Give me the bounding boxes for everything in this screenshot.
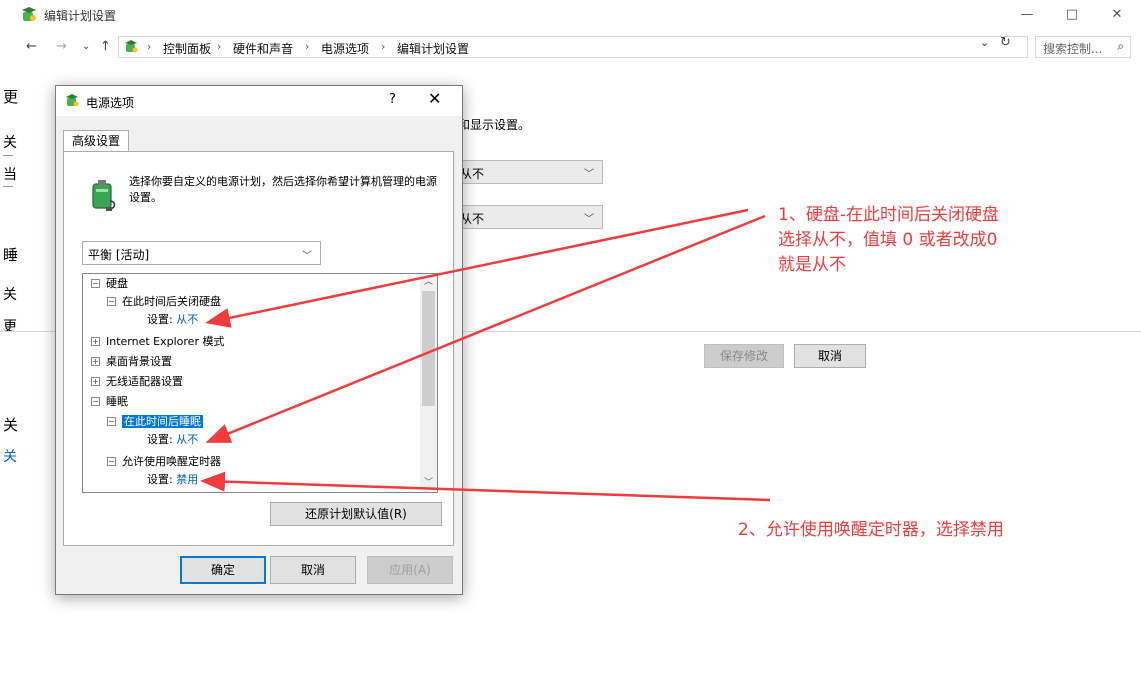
dialog-title: 电源选项 (86, 96, 135, 110)
scroll-thumb[interactable] (422, 291, 435, 406)
power-plan-value: 平衡 [活动] (88, 248, 150, 262)
breadcrumb-separator: › (147, 40, 152, 53)
expand-icon[interactable]: + (91, 376, 100, 386)
edge-divider (3, 186, 13, 187)
edge-fragment: 更 (3, 88, 19, 106)
edge-fragment: 关 (3, 416, 19, 434)
apply-button[interactable]: 应用(A) (367, 556, 453, 584)
control-panel-icon (125, 40, 138, 53)
save-changes-button[interactable]: 保存修改 (704, 344, 784, 368)
scroll-up-icon[interactable]: ︿ (420, 274, 437, 291)
tree-item-ie-mode[interactable]: + Internet Explorer 模式 (91, 332, 224, 352)
recent-locations-icon[interactable]: ⌄ (82, 38, 90, 56)
expand-icon[interactable]: + (91, 356, 100, 366)
collapse-icon[interactable]: − (91, 396, 100, 406)
background-left-edge: 更 关 当 睡 关 更 关 关 (0, 62, 18, 674)
setting-label: 设置: (147, 433, 173, 446)
edge-fragment: 睡 (3, 246, 19, 264)
ok-button[interactable]: 确定 (180, 556, 266, 584)
annotation-note-2: 2、允许使用唤醒定时器，选择禁用 (738, 520, 1004, 540)
select-value: 从不 (460, 212, 485, 226)
background-partial-text: 和显示设置。 (458, 118, 531, 132)
dialog-cancel-button[interactable]: 取消 (270, 556, 356, 584)
breadcrumb-control-panel[interactable]: 控制面板 (163, 40, 211, 57)
tree-setting-disk-off[interactable]: 设置: 从不 (147, 310, 198, 330)
edge-fragment: 更 (3, 319, 17, 335)
background-select-2[interactable]: 从不 ﹀ (455, 205, 603, 229)
settings-tree[interactable]: − 硬盘 − 在此时间后关闭硬盘 设置: 从不 + Internet Explorer… (82, 273, 438, 493)
breadcrumb-separator: › (381, 40, 386, 53)
refresh-icon[interactable]: ↻ (1000, 35, 1011, 50)
setting-label: 设置: (147, 313, 173, 326)
power-options-dialog: 电源选项 ? ✕ 高级设置 选择你要自定义的电源计划，然后选择你希望计算机管理的… (55, 85, 463, 595)
tree-setting-sleep-after[interactable]: 设置: 从不 (147, 430, 198, 450)
window-title: 编辑计划设置 (44, 9, 117, 23)
breadcrumb-separator: › (217, 40, 222, 53)
tree-item-sleep-after[interactable]: − 在此时间后睡眠 (107, 412, 203, 432)
breadcrumb-power-options[interactable]: 电源选项 (321, 40, 369, 57)
tree-item-wireless-adapter[interactable]: + 无线适配器设置 (91, 372, 183, 392)
edge-fragment: 当 (3, 167, 17, 183)
power-options-icon (22, 7, 36, 21)
help-button[interactable]: ? (389, 92, 396, 107)
address-dropdown-icon[interactable]: ⌄ (980, 36, 989, 49)
setting-value-link[interactable]: 从不 (176, 433, 198, 446)
edge-fragment: 关 (3, 135, 17, 151)
tab-advanced-settings[interactable]: 高级设置 (63, 130, 129, 152)
breadcrumb-separator: › (305, 40, 310, 53)
search-icon[interactable]: ⌕ (1117, 39, 1124, 54)
tree-item-sleep[interactable]: − 睡眠 (91, 392, 128, 412)
background-select-1[interactable]: 从不 ﹀ (455, 160, 603, 184)
dialog-titlebar: 电源选项 ? ✕ (56, 86, 462, 116)
collapse-icon[interactable]: − (91, 278, 100, 288)
breadcrumb-edit-plan[interactable]: 编辑计划设置 (397, 40, 469, 57)
tree-item-disk[interactable]: − 硬盘 (91, 274, 128, 294)
battery-plug-icon (92, 180, 116, 211)
background-cancel-button[interactable]: 取消 (794, 344, 866, 368)
collapse-icon[interactable]: − (107, 456, 116, 466)
edge-fragment: 关 (3, 287, 17, 303)
close-button[interactable]: ✕ (1097, 4, 1137, 26)
select-value: 从不 (460, 167, 485, 181)
chevron-down-icon: ﹀ (584, 169, 594, 180)
restore-defaults-button[interactable]: 还原计划默认值(R) (270, 502, 442, 526)
advanced-settings-panel: 选择你要自定义的电源计划，然后选择你希望计算机管理的电源设置。 平衡 [活动] … (63, 151, 454, 546)
minimize-button[interactable]: — (1007, 4, 1047, 26)
search-placeholder: 搜索控制... (1043, 42, 1103, 56)
setting-value-link[interactable]: 禁用 (176, 473, 198, 486)
chevron-down-icon: ﹀ (302, 251, 312, 262)
window-titlebar: 编辑计划设置 — □ ✕ (0, 0, 1141, 32)
edge-fragment: 关 (3, 449, 17, 465)
tree-item-wake-timers[interactable]: − 允许使用唤醒定时器 (107, 452, 221, 472)
search-input[interactable]: 搜索控制... ⌕ (1035, 36, 1131, 58)
tree-setting-wake-timers[interactable]: 设置: 禁用 (147, 470, 198, 490)
maximize-button[interactable]: □ (1052, 4, 1092, 26)
tree-item-desktop-background[interactable]: + 桌面背景设置 (91, 352, 172, 372)
collapse-icon[interactable]: − (107, 296, 116, 306)
dialog-close-button[interactable]: ✕ (428, 89, 441, 108)
edge-divider (3, 155, 13, 156)
collapse-icon[interactable]: − (107, 416, 116, 426)
annotation-note-1: 1、硬盘-在此时间后关闭硬盘 选择从不，值填 0 或者改成0 就是从不 (778, 205, 999, 275)
back-icon[interactable]: ← (26, 38, 37, 56)
forward-icon[interactable]: → (56, 38, 67, 56)
address-row: ← → ⌄ ↑ › 控制面板 › 硬件和声音 › 电源选项 › 编辑计划设置 ⌄… (0, 32, 1141, 62)
up-icon[interactable]: ↑ (100, 38, 111, 56)
dialog-description: 选择你要自定义的电源计划，然后选择你希望计算机管理的电源设置。 (129, 175, 437, 204)
power-options-icon (66, 94, 79, 107)
tree-scrollbar[interactable]: ︿ ﹀ (420, 274, 437, 492)
scroll-down-icon[interactable]: ﹀ (420, 475, 437, 492)
chevron-down-icon: ﹀ (584, 214, 594, 225)
setting-value-link[interactable]: 从不 (176, 313, 198, 326)
setting-label: 设置: (147, 473, 173, 486)
breadcrumb-hardware-sound[interactable]: 硬件和声音 (233, 40, 293, 57)
tree-item-disk-off[interactable]: − 在此时间后关闭硬盘 (107, 292, 221, 312)
expand-icon[interactable]: + (91, 336, 100, 346)
address-bar[interactable]: › 控制面板 › 硬件和声音 › 电源选项 › 编辑计划设置 (118, 36, 1028, 58)
power-plan-select[interactable]: 平衡 [活动] ﹀ (82, 241, 321, 265)
